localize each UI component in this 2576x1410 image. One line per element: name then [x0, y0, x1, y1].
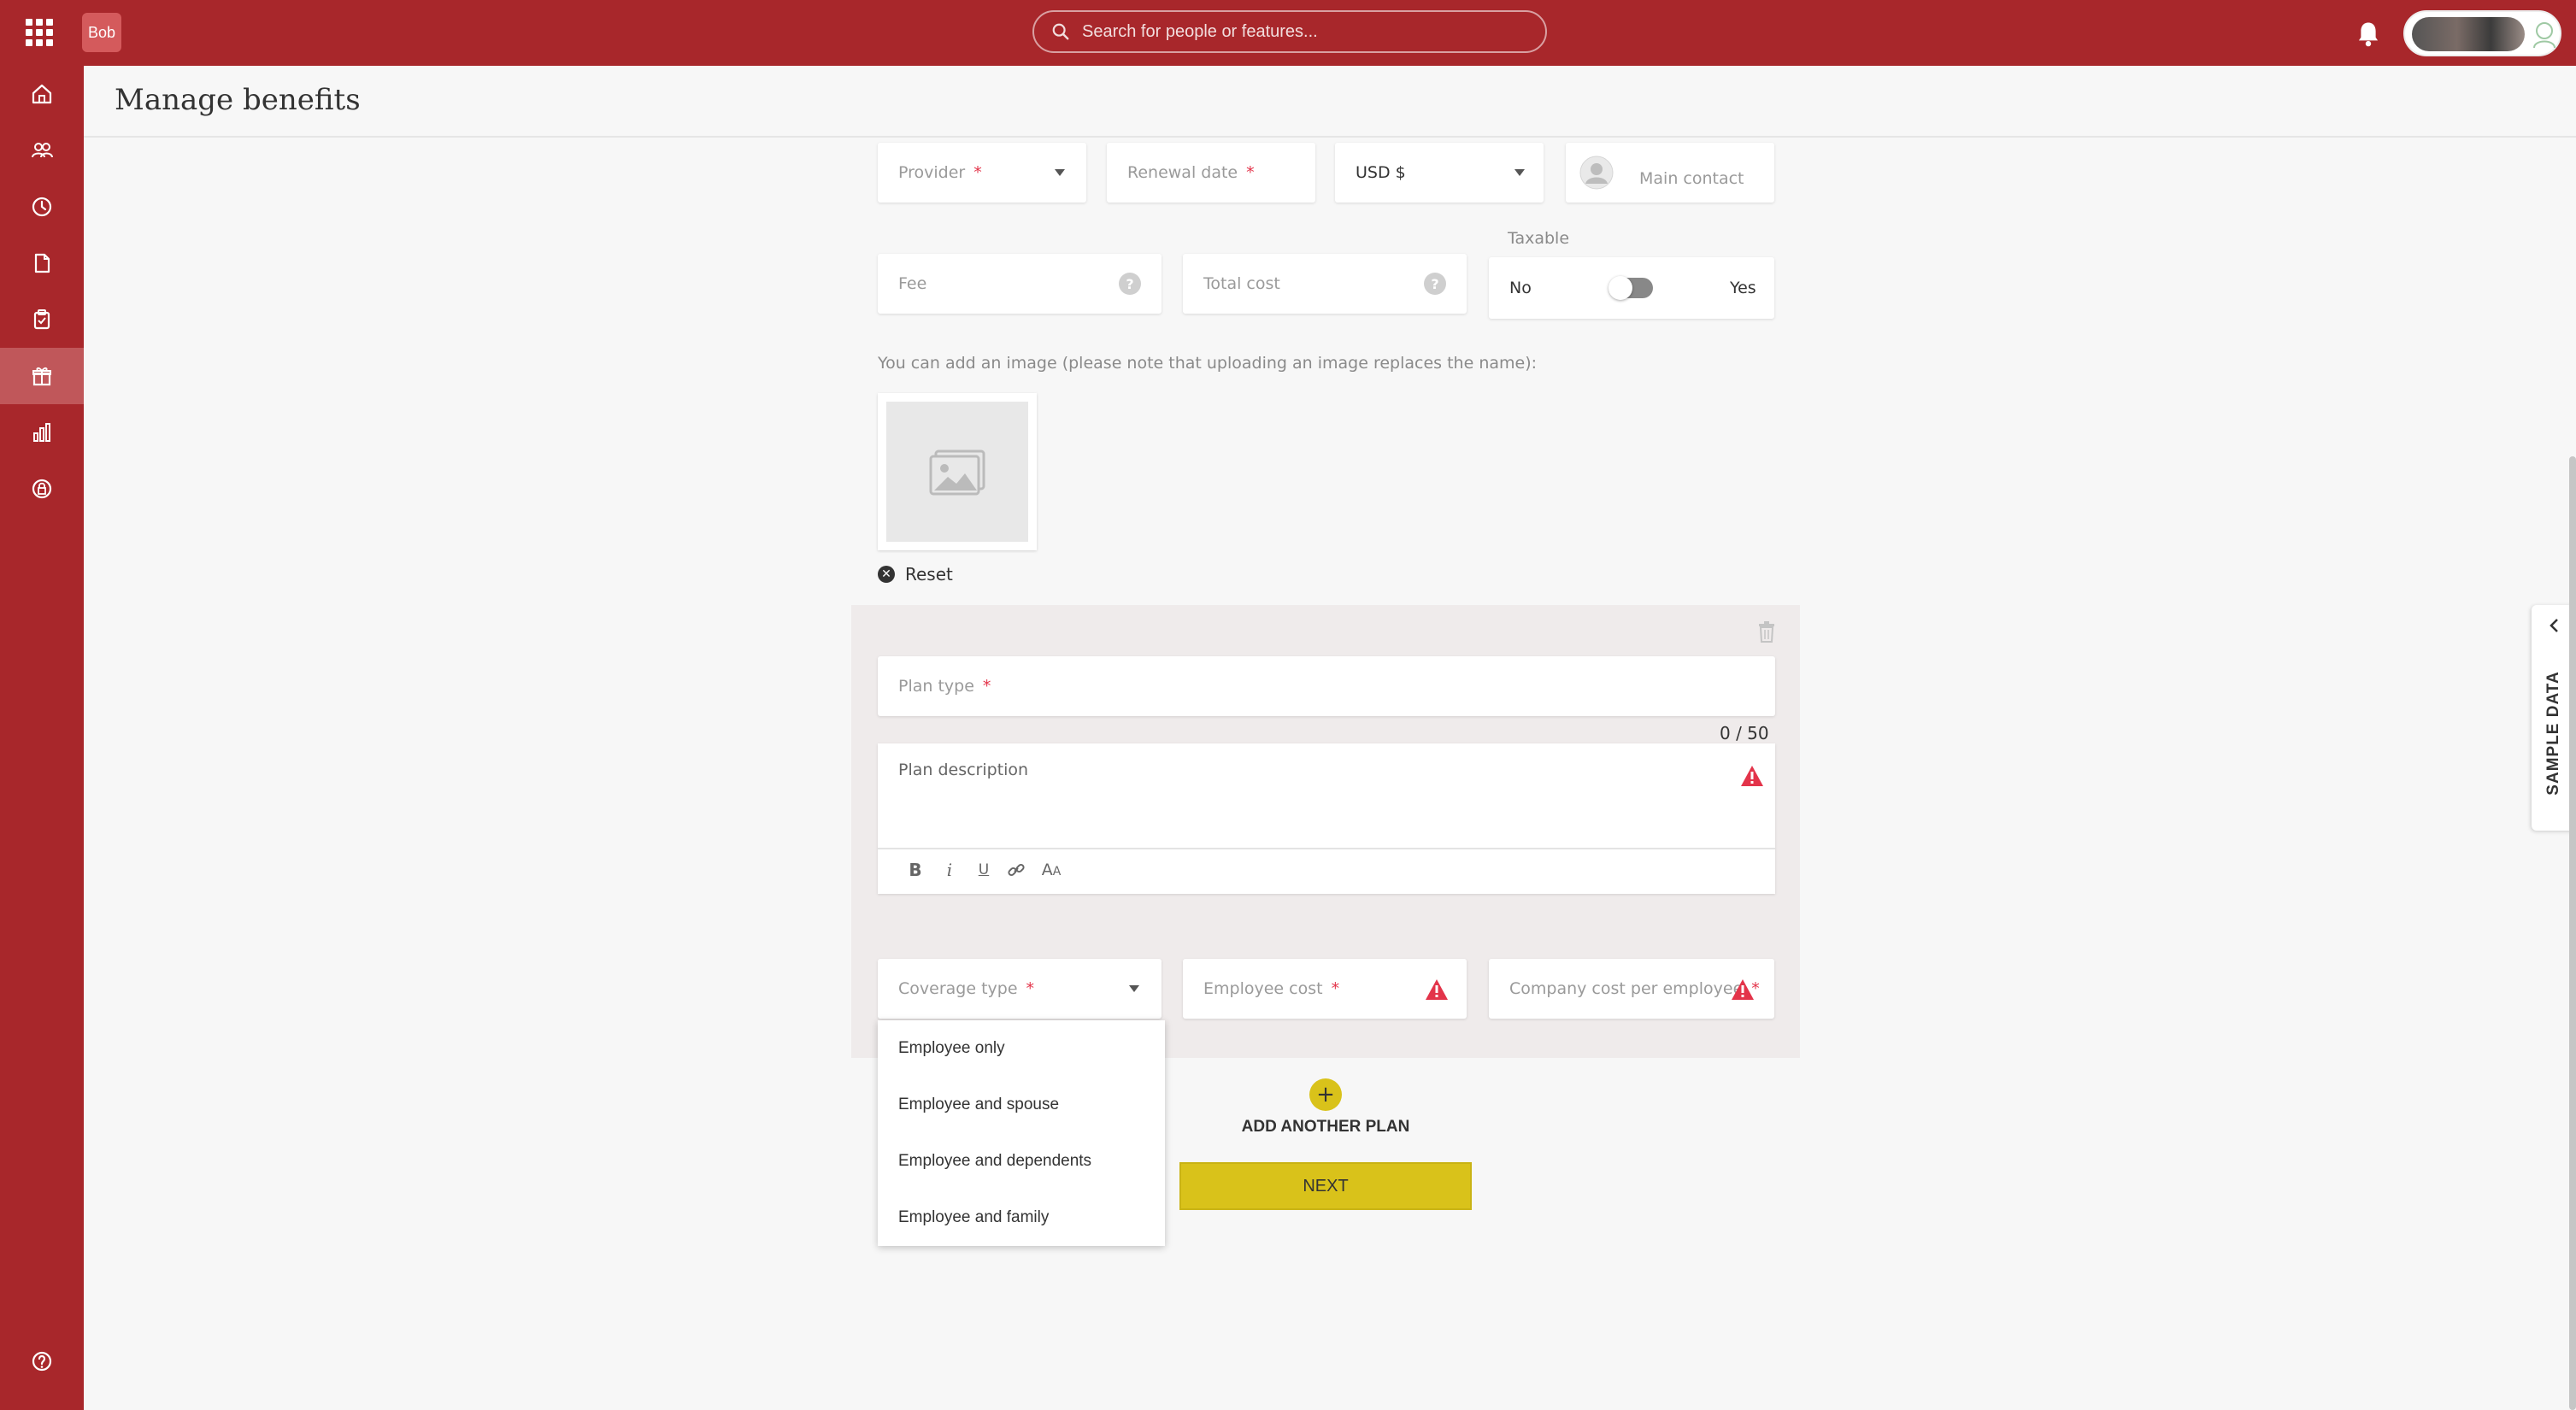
- next-button[interactable]: NEXT: [1179, 1162, 1472, 1210]
- sidebar-item-documents[interactable]: [0, 235, 84, 291]
- reset-button[interactable]: ✕ Reset: [878, 564, 953, 585]
- taxable-no-label: No: [1509, 279, 1532, 297]
- top-bar: Bob Search for people or features...: [0, 0, 2576, 66]
- sidebar-item-people[interactable]: [0, 122, 84, 179]
- home-icon: [32, 84, 52, 104]
- reset-label: Reset: [905, 564, 953, 585]
- plan-description-placeholder: Plan description: [898, 761, 1029, 779]
- chevron-down-icon: [1129, 985, 1139, 992]
- provider-select[interactable]: Provider *: [878, 143, 1086, 203]
- char-counter: 0 / 50: [1720, 723, 1769, 743]
- coverage-type-dropdown: Employee only Employee and spouse Employ…: [878, 1020, 1165, 1246]
- close-icon: ✕: [878, 566, 895, 583]
- bold-icon[interactable]: B: [905, 860, 926, 880]
- chevron-down-icon: [1055, 169, 1065, 176]
- clock-icon: [32, 197, 52, 217]
- lock-icon: [32, 479, 52, 499]
- coverage-type-select[interactable]: Coverage type *: [878, 959, 1162, 1019]
- link-icon[interactable]: [1008, 861, 1025, 878]
- people-icon: [32, 143, 53, 158]
- app-grid-icon[interactable]: [26, 19, 53, 46]
- image-upload[interactable]: [878, 393, 1037, 550]
- taxable-label: Taxable: [1508, 229, 1570, 248]
- coverage-option[interactable]: Employee and spouse: [898, 1096, 1059, 1114]
- coverage-option[interactable]: Employee and family: [898, 1208, 1049, 1227]
- bell-icon[interactable]: [2355, 21, 2381, 48]
- font-size-icon[interactable]: AA: [1038, 861, 1064, 879]
- help-icon[interactable]: ?: [1424, 273, 1446, 295]
- search-placeholder: Search for people or features...: [1082, 21, 1318, 41]
- sidebar-item-benefits[interactable]: [0, 348, 84, 404]
- warning-icon: [1732, 979, 1754, 1000]
- total-cost-label: Total cost: [1203, 274, 1280, 293]
- image-hint: You can add an image (please note that u…: [878, 354, 1538, 373]
- sample-data-label: SAMPLE DATA: [2544, 671, 2562, 796]
- required-mark: *: [1026, 979, 1035, 998]
- employee-cost-label: Employee cost: [1203, 979, 1323, 998]
- add-plan-icon[interactable]: +: [1309, 1078, 1342, 1111]
- employee-cost-field[interactable]: Employee cost *: [1183, 959, 1467, 1019]
- contact-avatar-icon: [1579, 156, 1614, 190]
- coverage-option[interactable]: Employee and dependents: [898, 1152, 1091, 1171]
- taxable-yes-label: Yes: [1730, 279, 1756, 297]
- trash-icon[interactable]: [1757, 620, 1776, 643]
- page-header: Manage benefits: [84, 66, 2576, 138]
- required-mark: *: [982, 677, 991, 696]
- sidebar-item-help[interactable]: [0, 1333, 84, 1389]
- search-icon: [1052, 23, 1069, 40]
- add-another-plan-button[interactable]: ADD ANOTHER PLAN: [1238, 1118, 1414, 1137]
- chevron-left-icon: [2550, 619, 2558, 632]
- provider-label: Provider: [898, 163, 966, 182]
- main-contact-label: Main contact: [1639, 169, 1744, 188]
- company-cost-label: Company cost per employee: [1509, 979, 1744, 998]
- renewal-date-label: Renewal date: [1127, 163, 1238, 182]
- company-cost-field[interactable]: Company cost per employee *: [1489, 959, 1774, 1019]
- plan-description-editor[interactable]: Plan description B i U AA: [878, 743, 1775, 894]
- help-icon: [32, 1351, 52, 1372]
- help-icon[interactable]: ?: [1119, 273, 1141, 295]
- coverage-option[interactable]: Employee only: [898, 1039, 1005, 1058]
- required-mark: *: [973, 163, 982, 182]
- underline-icon[interactable]: U: [973, 861, 994, 878]
- sidebar-item-tasks[interactable]: [0, 291, 84, 348]
- image-placeholder-icon: [929, 449, 985, 496]
- warning-icon: [1426, 979, 1448, 1000]
- app-logo[interactable]: Bob: [82, 13, 121, 52]
- user-photo: [2412, 17, 2525, 51]
- sidebar-item-analytics[interactable]: [0, 404, 84, 461]
- warning-icon: [1741, 766, 1763, 786]
- plan-type-label: Plan type: [898, 677, 974, 696]
- gift-icon: [32, 367, 51, 386]
- currency-value: USD $: [1356, 163, 1406, 182]
- required-mark: *: [1331, 979, 1340, 998]
- taxable-toggle-field: No Yes: [1489, 257, 1774, 319]
- chevron-down-icon: [1514, 169, 1525, 176]
- avatar-icon: [2533, 22, 2555, 49]
- required-mark: *: [1246, 163, 1255, 182]
- italic-icon[interactable]: i: [939, 860, 960, 880]
- coverage-type-label: Coverage type: [898, 979, 1018, 998]
- search-input[interactable]: Search for people or features...: [1032, 10, 1547, 53]
- renewal-date-field[interactable]: Renewal date *: [1107, 143, 1315, 203]
- main-contact-field[interactable]: Main contact: [1566, 143, 1774, 203]
- user-menu[interactable]: [2403, 10, 2561, 56]
- document-icon: [34, 253, 50, 273]
- clipboard-icon: [33, 309, 50, 330]
- taxable-toggle[interactable]: [1609, 276, 1653, 300]
- fee-label: Fee: [898, 274, 927, 293]
- page-title: Manage benefits: [115, 83, 361, 117]
- plan-type-field[interactable]: Plan type *: [878, 656, 1775, 716]
- scrollbar[interactable]: [2569, 456, 2576, 1410]
- total-cost-field[interactable]: Total cost ?: [1183, 254, 1467, 314]
- sidebar: [0, 66, 84, 1410]
- sidebar-item-time[interactable]: [0, 179, 84, 235]
- sidebar-item-home[interactable]: [0, 66, 84, 122]
- currency-select[interactable]: USD $: [1335, 143, 1544, 203]
- editor-toolbar: B i U AA: [905, 860, 1064, 880]
- fee-field[interactable]: Fee ?: [878, 254, 1162, 314]
- sidebar-item-settings[interactable]: [0, 461, 84, 517]
- bar-chart-icon: [33, 423, 50, 442]
